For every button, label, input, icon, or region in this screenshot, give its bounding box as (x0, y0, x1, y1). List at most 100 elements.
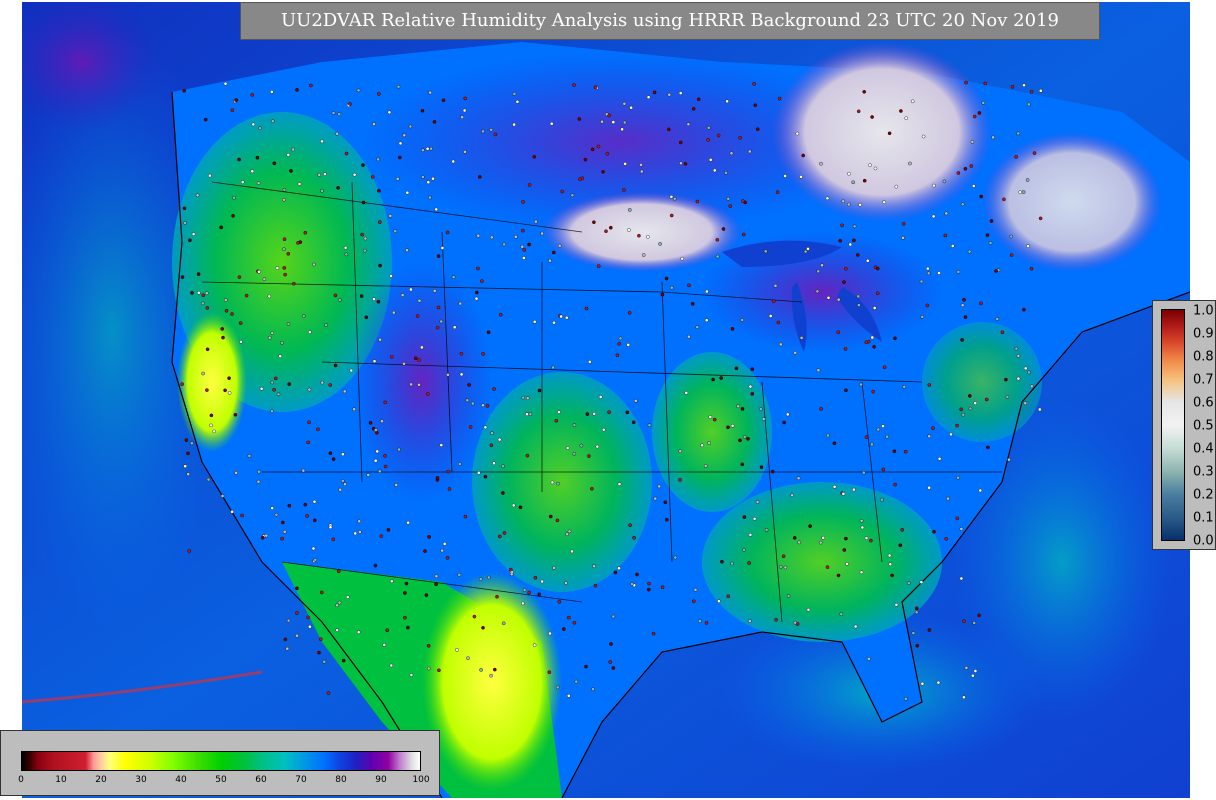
station-dot (887, 131, 892, 136)
station-dot (825, 565, 830, 569)
humidity-tick-label: 100 (412, 775, 430, 785)
station-dot (352, 172, 357, 177)
humidity-map (22, 2, 1190, 798)
station-dot (373, 563, 378, 568)
station-dot (932, 529, 936, 534)
station-dot (402, 361, 406, 366)
station-dot (775, 190, 780, 194)
station-dot (335, 131, 339, 136)
station-dot (420, 345, 424, 350)
station-dot (295, 586, 299, 591)
station-dot (646, 95, 651, 99)
station-dot (617, 566, 621, 571)
station-dot (459, 351, 464, 356)
station-dot (187, 549, 192, 553)
southeast-green-region (702, 482, 942, 642)
station-dot (795, 622, 800, 626)
station-dot (361, 163, 365, 167)
station-tick-label: 0.7 (1193, 372, 1214, 388)
station-dot (234, 471, 238, 475)
station-dot (1022, 83, 1026, 87)
station-dot (400, 293, 405, 297)
station-dot (736, 404, 740, 409)
station-dot (316, 427, 320, 432)
station-dot (864, 435, 869, 440)
station-dot (717, 599, 721, 604)
station-dot (721, 227, 726, 231)
station-dot (191, 232, 196, 236)
station-dot (389, 663, 394, 668)
station-dot (343, 482, 347, 487)
station-dot (219, 225, 223, 230)
station-dot (577, 117, 582, 121)
station-dot (841, 492, 846, 496)
station-dot (793, 350, 798, 355)
station-dot (613, 570, 618, 575)
station-dot (372, 122, 376, 126)
station-dot (777, 96, 782, 101)
station-dot (983, 81, 988, 86)
station-dot (512, 92, 517, 96)
station-dot (806, 247, 810, 251)
station-dot (960, 338, 964, 342)
station-dot (919, 580, 924, 584)
station-dot (239, 339, 243, 344)
station-dot (700, 443, 704, 448)
station-dot (195, 193, 200, 198)
station-dot (301, 314, 306, 319)
station-dot (750, 392, 755, 396)
station-dot (752, 517, 757, 521)
station-dot (776, 320, 781, 325)
station-dot (442, 542, 447, 546)
station-dot (857, 303, 861, 307)
station-dot (480, 279, 484, 283)
station-dot (839, 612, 844, 617)
map-canvas (22, 2, 1190, 798)
station-dot (287, 503, 292, 508)
station-dot (703, 464, 708, 468)
station-dot (483, 425, 488, 430)
station-dot (588, 360, 592, 364)
station-dot (364, 315, 369, 320)
station-dot (286, 618, 291, 623)
station-dot (730, 327, 735, 331)
station-dot (894, 184, 899, 189)
station-dot (943, 233, 948, 238)
northeast-green-region (922, 322, 1042, 442)
station-dot (383, 400, 388, 405)
station-dot (190, 441, 194, 446)
station-dot (832, 484, 837, 489)
station-dot (282, 237, 287, 241)
station-dot (409, 673, 414, 677)
station-dot (973, 669, 978, 673)
station-dot (768, 314, 773, 318)
station-dot (395, 177, 400, 181)
station-dot (931, 214, 936, 219)
station-dot (282, 187, 287, 192)
station-dot (926, 266, 930, 271)
station-dot (907, 581, 911, 585)
station-dot (926, 271, 931, 276)
station-dot (1005, 395, 1010, 399)
station-dot (652, 90, 657, 95)
station-dot (956, 270, 961, 274)
station-dot (378, 263, 382, 268)
station-dot (799, 175, 803, 179)
station-dot (847, 202, 851, 207)
station-dot (631, 420, 636, 425)
station-dot (313, 558, 318, 562)
station-dot (377, 220, 382, 224)
station-dot (552, 250, 556, 255)
station-dot (859, 519, 864, 523)
station-dot (872, 344, 876, 349)
station-dot (770, 469, 775, 474)
station-dot (708, 157, 713, 162)
station-dot (786, 412, 790, 417)
station-dot (679, 161, 683, 165)
station-dot (899, 109, 903, 113)
station-dot (708, 415, 713, 419)
station-dot (771, 299, 776, 304)
station-dot (567, 529, 572, 534)
station-dot (875, 266, 880, 271)
station-dot (1022, 307, 1026, 312)
